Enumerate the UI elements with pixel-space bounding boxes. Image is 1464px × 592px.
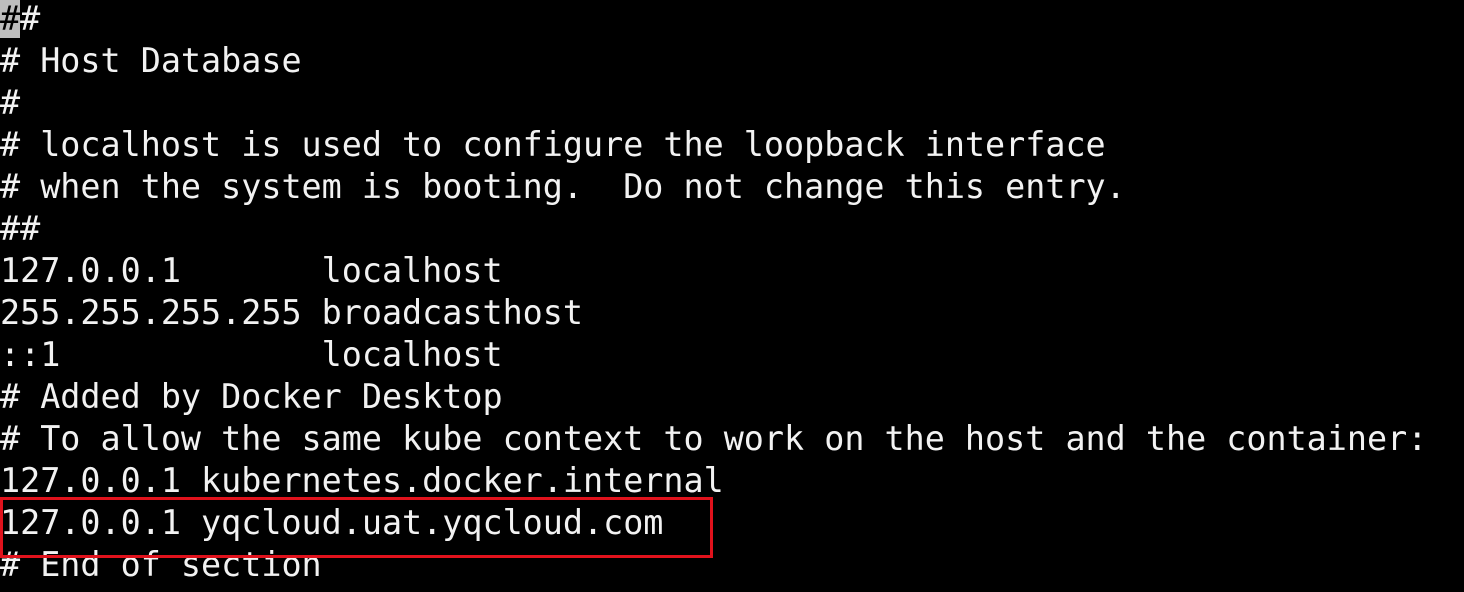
terminal-line-6: ##	[0, 209, 41, 248]
terminal-line-12: 127.0.0.1 kubernetes.docker.internal	[0, 461, 724, 500]
terminal-line-7: 127.0.0.1 localhost	[0, 251, 503, 290]
terminal-line-11: # To allow the same kube context to work…	[0, 419, 1428, 458]
terminal-line-3: #	[0, 83, 21, 122]
terminal-window[interactable]: ## # Host Database # # localhost is used…	[0, 0, 1464, 592]
text-cursor: #	[0, 0, 21, 38]
terminal-line-5: # when the system is booting. Do not cha…	[0, 167, 1126, 206]
terminal-line-4: # localhost is used to configure the loo…	[0, 125, 1106, 164]
terminal-line-1: ##	[0, 0, 40, 40]
terminal-line-9: ::1 localhost	[0, 335, 503, 374]
terminal-line-8: 255.255.255.255 broadcasthost	[0, 293, 583, 332]
line-text: #	[20, 0, 41, 38]
terminal-line-10: # Added by Docker Desktop	[0, 377, 503, 416]
highlight-annotation-box	[0, 497, 713, 558]
terminal-line-2: # Host Database	[0, 41, 302, 80]
